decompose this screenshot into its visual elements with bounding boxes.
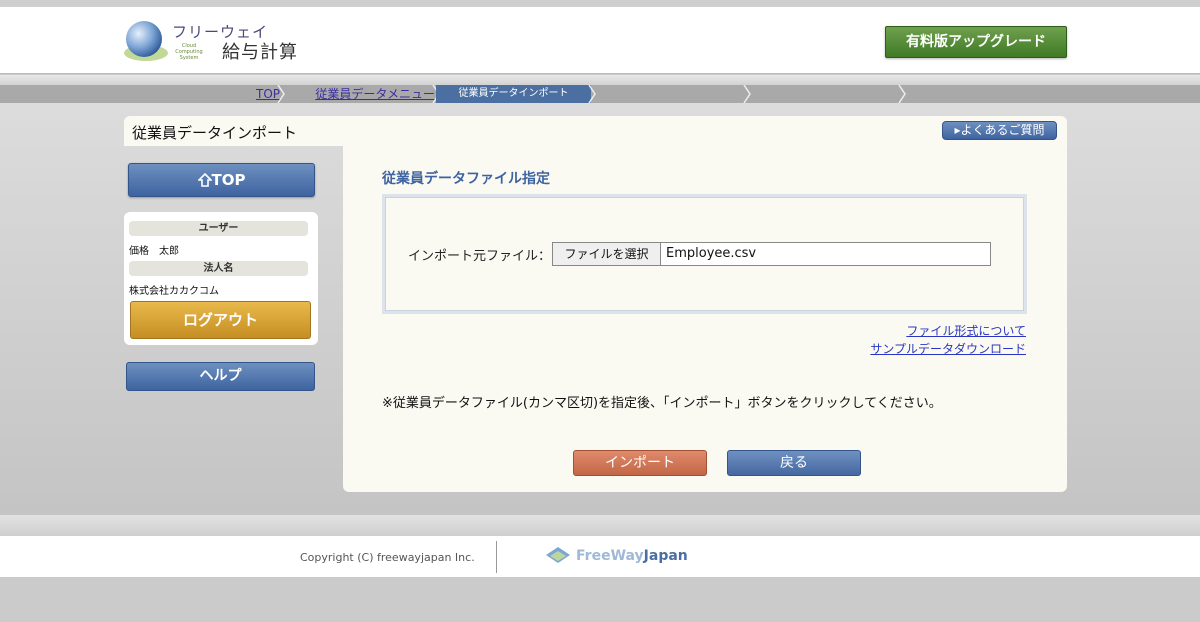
breadcrumb-item-current: 従業員データインポート [436,85,591,103]
corp-name: 株式会社カカクコム [129,286,219,297]
user-label: ユーザー [129,221,308,236]
back-button[interactable]: 戻る [727,450,861,476]
brand-part1: FreeWay [576,548,644,564]
breadcrumb-item-top[interactable]: TOP [125,85,280,103]
file-input[interactable]: ファイルを選択 Employee.csv [552,242,991,266]
logout-button[interactable]: ログアウト [130,301,311,339]
import-button[interactable]: インポート [573,450,707,476]
sample-download-link[interactable]: サンプルデータダウンロード [840,340,1026,357]
file-label: インポート元ファイル： [408,249,552,264]
freewayjapan-logo[interactable]: FreeWayJapan [544,545,694,569]
selected-file-name: Employee.csv [666,246,757,261]
brand-part2: Japan [643,548,688,564]
logo-text-sub: Cloud Computing System [175,43,203,61]
breadcrumb-label: 従業員データインポート [458,88,569,99]
breadcrumb-separator-icon [898,85,906,103]
footer: Copyright (C) freewayjapan Inc. FreeWayJ… [0,536,1200,577]
header-sub-strip [0,75,1200,85]
bottom-strip [0,577,1200,622]
breadcrumb-item-employee-menu[interactable]: 従業員データメニュー [280,85,435,103]
copyright-text: Copyright (C) freewayjapan Inc. [300,551,475,564]
instruction-note: ※従業員データファイル(カンマ区切)を指定後、「インポート」ボタンをクリックして… [382,396,942,411]
choose-file-button[interactable]: ファイルを選択 [553,243,661,265]
app-logo[interactable]: フリーウェイ Cloud Computing System 給与計算 [124,19,299,65]
logo-text-main: 給与計算 [222,42,298,63]
file-format-link[interactable]: ファイル形式について [880,322,1026,339]
breadcrumb-label[interactable]: 従業員データメニュー [315,87,435,101]
footer-divider [496,541,497,573]
page-title: 従業員データインポート [124,116,343,146]
top-button[interactable]: TOP [128,163,315,197]
upgrade-button[interactable]: 有料版アップグレード [885,26,1067,58]
user-info-box: ユーザー 価格 太郎 法人名 株式会社カカクコム ログアウト [124,212,318,345]
top-button-label: TOP [211,171,246,189]
header: フリーウェイ Cloud Computing System 給与計算 有料版アッ… [0,7,1200,74]
user-name: 価格 太郎 [129,246,179,257]
freewayjapan-logo-text: FreeWayJapan [576,548,688,564]
help-button[interactable]: ヘルプ [126,362,315,391]
faq-button[interactable]: ▸よくあるご質問 [942,121,1057,140]
freewayjapan-logo-icon [546,547,570,563]
top-strip [0,0,1200,7]
section-heading: 従業員データファイル指定 [382,171,550,187]
breadcrumb-separator-icon [743,85,751,103]
title-bar-join [124,144,343,146]
footer-strip [0,515,1200,536]
home-arrow-icon [196,172,213,187]
corp-label: 法人名 [129,261,308,276]
globe-icon [124,21,168,61]
breadcrumb: TOP 従業員データメニュー 従業員データインポート [0,85,1200,103]
breadcrumb-separator-icon [588,85,596,103]
